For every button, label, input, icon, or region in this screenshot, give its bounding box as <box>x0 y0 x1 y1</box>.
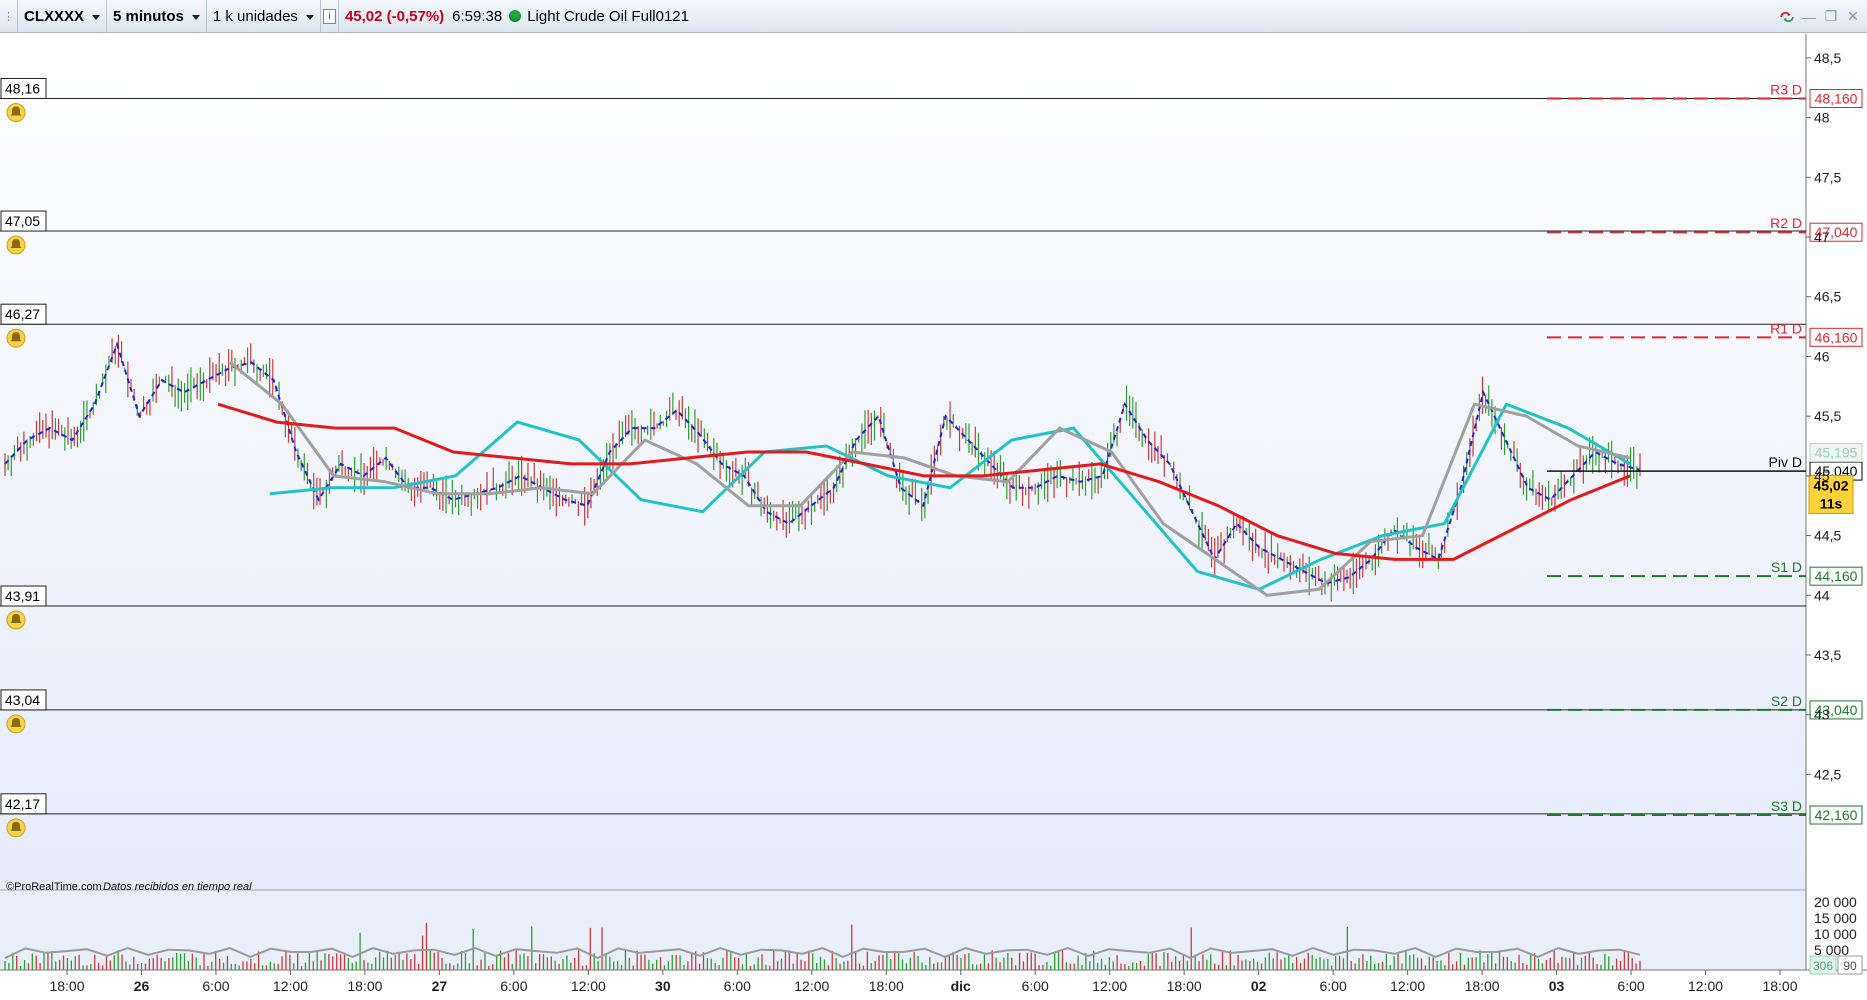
pivot-tag: 46,160 <box>1815 329 1858 345</box>
timeframe-selector[interactable]: 5 minutos <box>107 0 207 33</box>
x-tick-label: 18:00 <box>347 978 382 994</box>
quote-time: 6:59:38 <box>452 7 503 25</box>
pivot-level-label: R1 D <box>1770 320 1802 336</box>
x-tick-label: 12:00 <box>1092 978 1127 994</box>
bell-icon[interactable] <box>6 102 26 122</box>
price-change: 45,02 (-0,57%) <box>344 7 445 25</box>
y-tick-label: 43 <box>1814 707 1830 723</box>
pivot-tag: 42,160 <box>1815 807 1858 823</box>
x-tick-label: 12:00 <box>273 978 308 994</box>
y-tick-label: 44,5 <box>1814 528 1841 544</box>
x-tick-label: 12:00 <box>571 978 606 994</box>
volume-tick-label: 15 000 <box>1814 910 1857 926</box>
volume-tick-label: 20 000 <box>1814 894 1857 910</box>
x-tick-label: 6:00 <box>1617 978 1644 994</box>
price-chart[interactable]: 48,16 47,05 46,27 43,91 43,04 42,17 R3 D 48,160… <box>0 34 1867 1000</box>
live-status-icon <box>509 10 522 22</box>
alert-price-label: 46,27 <box>5 306 40 322</box>
volume-tag: 90 <box>1843 959 1857 973</box>
pivot-level-label: S3 D <box>1771 798 1802 814</box>
x-tick-label: 18:00 <box>1465 978 1500 994</box>
info-button[interactable]: i <box>321 0 339 33</box>
footer-brand[interactable]: ©ProRealTime.com <box>6 881 102 893</box>
y-tick-label: 48 <box>1814 110 1830 126</box>
chevron-down-icon <box>191 14 200 20</box>
y-tick-label: 47,5 <box>1814 169 1841 185</box>
bell-icon[interactable] <box>6 714 26 734</box>
pivot-tag: 48,160 <box>1815 90 1858 106</box>
x-tick-label: 02 <box>1251 978 1267 994</box>
pivot-level-label: R2 D <box>1770 215 1802 231</box>
minimize-icon[interactable]: — <box>1801 9 1817 25</box>
window-controls: — ❐ ✕ <box>1779 0 1861 33</box>
x-tick-label: 27 <box>432 978 448 994</box>
x-tick-label: 6:00 <box>500 978 527 994</box>
pivot-level-label: Piv D <box>1769 454 1802 470</box>
volume-tick-label: 10 000 <box>1814 926 1857 942</box>
plot-background <box>0 34 1806 890</box>
chevron-down-icon <box>92 14 101 20</box>
close-icon[interactable]: ✕ <box>1845 8 1861 25</box>
x-tick-label: 26 <box>134 978 150 994</box>
pivot-tag: 44,160 <box>1815 568 1858 584</box>
y-tick-label: 42,5 <box>1814 766 1841 782</box>
instrument-name: Light Crude Oil Full0121 <box>527 7 689 25</box>
alert-price-label: 42,17 <box>5 796 40 812</box>
bell-icon[interactable] <box>6 328 26 348</box>
pivot-level-label: S2 D <box>1771 693 1802 709</box>
bell-icon[interactable] <box>6 610 26 630</box>
countdown-label: 11s <box>1820 495 1843 511</box>
pivot-level-label: R3 D <box>1770 81 1802 97</box>
alert-price-label: 43,04 <box>5 692 40 708</box>
overlap-tag: 45,195 <box>1815 445 1858 461</box>
x-tick-label: 12:00 <box>1390 978 1425 994</box>
alert-price-label: 48,16 <box>5 80 40 96</box>
pivot-level-label: S1 D <box>1771 559 1802 575</box>
chevron-down-icon <box>305 14 314 20</box>
x-tick-label: 30 <box>655 978 671 994</box>
chart-toolbar: ⋮ CLXXXX 5 minutos 1 k unidades i 45,02 … <box>0 0 1867 33</box>
quote-strip: 45,02 (-0,57%) 6:59:38 Light Crude Oil F… <box>339 0 695 33</box>
x-tick-label: 12:00 <box>794 978 829 994</box>
x-tick-label: 6:00 <box>724 978 751 994</box>
y-tick-label: 46 <box>1814 348 1830 364</box>
drag-grip-icon[interactable]: ⋮ <box>0 0 18 33</box>
x-tick-label: 18:00 <box>869 978 904 994</box>
x-tick-label: 03 <box>1549 978 1565 994</box>
restore-icon[interactable]: ❐ <box>1823 8 1839 25</box>
bell-icon[interactable] <box>6 235 26 255</box>
alert-price-label: 43,91 <box>5 588 40 604</box>
bell-icon[interactable] <box>6 818 26 838</box>
volume-tag: 306 <box>1813 959 1833 973</box>
y-tick-label: 44 <box>1814 587 1830 603</box>
x-tick-label: 18:00 <box>1167 978 1202 994</box>
y-tick-label: 47 <box>1814 229 1830 245</box>
x-tick-label: 12:00 <box>1688 978 1723 994</box>
y-tick-label: 46,5 <box>1814 289 1841 305</box>
x-tick-label: 18:00 <box>1762 978 1797 994</box>
footer-note: Datos recibidos en tiempo real <box>103 881 252 893</box>
symbol-selector[interactable]: CLXXXX <box>18 0 108 33</box>
y-tick-label: 48,5 <box>1814 50 1841 66</box>
refresh-link-icon[interactable] <box>1779 9 1795 25</box>
timeframe-label: 5 minutos <box>113 7 184 25</box>
x-tick-label: 6:00 <box>1022 978 1049 994</box>
x-tick-label: 18:00 <box>49 978 84 994</box>
y-tick-label: 43,5 <box>1814 647 1841 663</box>
x-tick-label: 6:00 <box>202 978 229 994</box>
units-selector[interactable]: 1 k unidades <box>207 0 321 33</box>
y-tick-label: 45 <box>1814 468 1830 484</box>
x-tick-label: dic <box>951 978 971 994</box>
units-label: 1 k unidades <box>212 7 298 25</box>
x-tick-label: 6:00 <box>1320 978 1347 994</box>
alert-price-label: 47,05 <box>5 213 40 229</box>
symbol-label: CLXXXX <box>24 7 85 25</box>
info-icon: i <box>322 8 336 24</box>
y-tick-label: 45,5 <box>1814 408 1841 424</box>
